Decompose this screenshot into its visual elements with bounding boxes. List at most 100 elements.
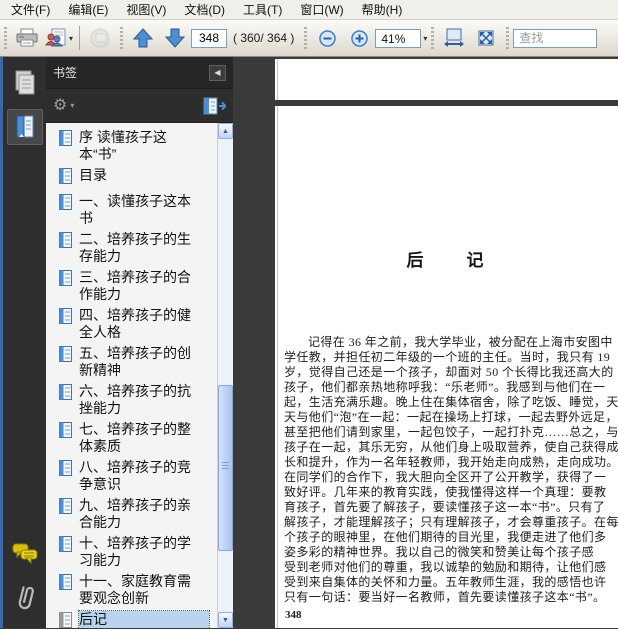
previous-page-button[interactable] xyxy=(127,23,159,53)
bookmark-label: 序 读懂孩子这本“书” xyxy=(79,129,167,162)
toolbar-grip[interactable] xyxy=(431,27,435,49)
chevron-down-icon[interactable]: ▾ xyxy=(70,101,74,110)
bookmark-item[interactable]: 三、培养孩子的合作能力 xyxy=(59,269,213,303)
bookmarks-panel-header: 书签 ◀ xyxy=(46,57,233,89)
document-view[interactable]: 后 记 记得在 36 年之前，我大学毕业，被分配在上海市安图中 学任教，并担任初二… xyxy=(233,57,618,628)
text-line: 致好评。几年来的教育实践，使我懂得这样一个真理：要教 xyxy=(284,485,607,499)
text-line: 受到老师对他们的尊重，我以诚挚的勉励和期待，让他们感 xyxy=(284,560,607,574)
find-input[interactable] xyxy=(513,28,598,48)
scrollbar-thumb[interactable] xyxy=(218,385,233,551)
text-line: 姿多彩的精神世界。我以自己的微笑和赞美让每个孩子感 xyxy=(284,545,595,559)
fit-width-button[interactable] xyxy=(438,23,470,53)
text-line: 长和提升，作为一名年轻教师，我开始走向成熟，走向成功。 xyxy=(284,455,618,469)
toolbar-grip[interactable] xyxy=(120,27,123,49)
bookmark-item[interactable]: 八、培养孩子的竞争意识 xyxy=(59,459,213,493)
bookmark-page-icon xyxy=(59,460,72,476)
next-page-button[interactable] xyxy=(159,23,191,53)
share-button-disabled xyxy=(84,23,116,53)
review-comment-icon xyxy=(45,28,66,47)
scroll-down-button[interactable]: ▼ xyxy=(218,612,233,628)
document-page: 后 记 记得在 36 年之前，我大学毕业，被分配在上海市安图中 学任教，并担任初二… xyxy=(275,106,618,628)
paperclip-icon xyxy=(18,586,34,610)
down-arrow-icon xyxy=(164,28,186,48)
bookmark-item[interactable]: 十、培养孩子的学习能力 xyxy=(59,535,213,569)
bookmark-page-icon xyxy=(59,574,72,590)
bookmark-page-icon xyxy=(59,130,72,146)
page-count-label: ( 360/ 364 ) xyxy=(233,31,295,45)
text-line: 孩子在一起，其乐无穷，从他们身上吸取营养，使自己获得成 xyxy=(284,440,618,454)
up-arrow-icon xyxy=(132,28,154,48)
main-area: 书签 ◀ ⚙ ▾ 序 读懂孩子这本“书” 目录 一、读懂孩子这本书 二、培养孩子… xyxy=(0,57,618,628)
zoom-dropdown-arrow-icon[interactable]: ▾ xyxy=(423,34,427,43)
zoom-in-button[interactable] xyxy=(343,23,375,53)
fit-page-button[interactable] xyxy=(470,23,502,53)
tab-pages[interactable] xyxy=(7,65,43,101)
bookmark-label: 七、培养孩子的整体素质 xyxy=(79,421,191,454)
bookmark-page-icon xyxy=(59,232,72,248)
plus-circle-icon xyxy=(351,29,368,47)
menu-item[interactable]: 工具(T) xyxy=(234,0,291,20)
bookmark-item[interactable]: 七、培养孩子的整体素质 xyxy=(59,421,213,455)
text-line: 起，生活充满乐趣。晚上住在集体宿舍，除了吃饭、睡觉，天 xyxy=(284,395,618,409)
bookmark-item[interactable]: 五、培养孩子的创新精神 xyxy=(59,345,213,379)
text-line: 育孩子，首先要了解孩子，要读懂孩子这一本“书”。只有了 xyxy=(284,500,606,514)
page-title: 后 记 xyxy=(406,251,487,270)
bookmark-item[interactable]: 六、培养孩子的抗挫能力 xyxy=(59,383,213,417)
menu-item[interactable]: 文档(D) xyxy=(175,0,234,20)
toolbar: ▾ ( 360/ 364 ) 41% ▾ xyxy=(0,20,618,57)
bookmark-page-icon xyxy=(59,498,72,514)
goto-current-bookmark-button[interactable] xyxy=(202,97,226,115)
menu-item[interactable]: 视图(V) xyxy=(117,0,175,20)
bookmark-page-icon xyxy=(59,270,72,286)
tab-comments[interactable] xyxy=(7,536,43,572)
text-line: 在同学们的合作下，我大胆向全区开了公开教学，获得了一 xyxy=(284,470,607,484)
page-number-input[interactable] xyxy=(191,28,227,48)
print-button[interactable] xyxy=(11,23,43,53)
text-line: 受到来自集体的关怀和力量。五年教师生涯，我的感悟也许 xyxy=(284,575,607,589)
bookmarks-scrollbar[interactable]: ▲ ▼ xyxy=(217,123,233,628)
bookmark-item[interactable]: 目录 xyxy=(59,167,213,189)
bookmark-page-icon xyxy=(59,422,72,438)
menu-item[interactable]: 文件(F) xyxy=(2,0,59,20)
zoom-level-combobox[interactable]: 41% xyxy=(375,28,422,48)
menu-item[interactable]: 窗口(W) xyxy=(291,0,352,20)
toolbar-grip[interactable] xyxy=(506,27,510,49)
bookmark-page-icon xyxy=(59,612,72,628)
navigation-tab-strip xyxy=(0,57,46,628)
toolbar-grip[interactable] xyxy=(4,27,7,49)
panel-title: 书签 xyxy=(53,66,78,80)
bookmark-item[interactable]: 二、培养孩子的生存能力 xyxy=(59,231,213,265)
text-line: 甚至把他们请到家里，一起包饺子，一起打扑克……总之，与 xyxy=(284,425,618,439)
bookmark-page-icon xyxy=(59,346,72,362)
bookmark-item[interactable]: 九、培养孩子的亲合能力 xyxy=(59,497,213,531)
bookmark-label: 三、培养孩子的合作能力 xyxy=(79,269,191,302)
bookmark-item[interactable]: 序 读懂孩子这本“书” xyxy=(59,129,213,163)
tab-bookmarks[interactable] xyxy=(6,109,43,145)
bookmark-label: 二、培养孩子的生存能力 xyxy=(79,231,191,264)
zoom-out-button[interactable] xyxy=(311,23,343,53)
previous-page-bottom xyxy=(275,59,618,100)
menu-item[interactable]: 帮助(H) xyxy=(353,0,412,20)
bookmark-label: 目录 xyxy=(79,167,107,183)
options-gear-icon[interactable]: ⚙ xyxy=(53,97,67,114)
toolbar-grip[interactable] xyxy=(304,27,308,49)
bookmark-label: 六、培养孩子的抗挫能力 xyxy=(79,383,191,416)
page-number-label: 348 xyxy=(285,609,302,621)
bookmark-item[interactable]: 一、读懂孩子这本书 xyxy=(59,193,213,227)
bookmarks-tree: 序 读懂孩子这本“书” 目录 一、读懂孩子这本书 二、培养孩子的生存能力 三、培… xyxy=(46,123,233,628)
bookmark-item[interactable]: 十一、家庭教育需要观念创新 xyxy=(59,573,213,607)
tab-attachments[interactable] xyxy=(7,580,43,616)
fit-width-icon xyxy=(444,28,465,47)
menu-item[interactable]: 编辑(E) xyxy=(59,0,117,20)
scroll-up-button[interactable]: ▲ xyxy=(218,123,233,139)
bookmark-page-icon xyxy=(59,168,72,184)
bookmark-page-icon xyxy=(59,194,72,210)
collapse-panel-button[interactable]: ◀ xyxy=(209,64,226,81)
bookmark-item[interactable]: 四、培养孩子的健全人格 xyxy=(59,307,213,341)
text-line: 孩子，他们都亲热地称呼我：“乐老师”。我感到与他们在一 xyxy=(284,380,606,394)
text-line: 个孩子的眼神里，在他们期待的目光里，我便走进了他们多 xyxy=(284,530,607,544)
bookmark-page-icon xyxy=(59,536,72,552)
review-comment-button[interactable]: ▾ xyxy=(43,23,75,53)
fit-page-icon xyxy=(478,30,494,46)
bookmark-item[interactable]: 后记 xyxy=(59,610,213,628)
